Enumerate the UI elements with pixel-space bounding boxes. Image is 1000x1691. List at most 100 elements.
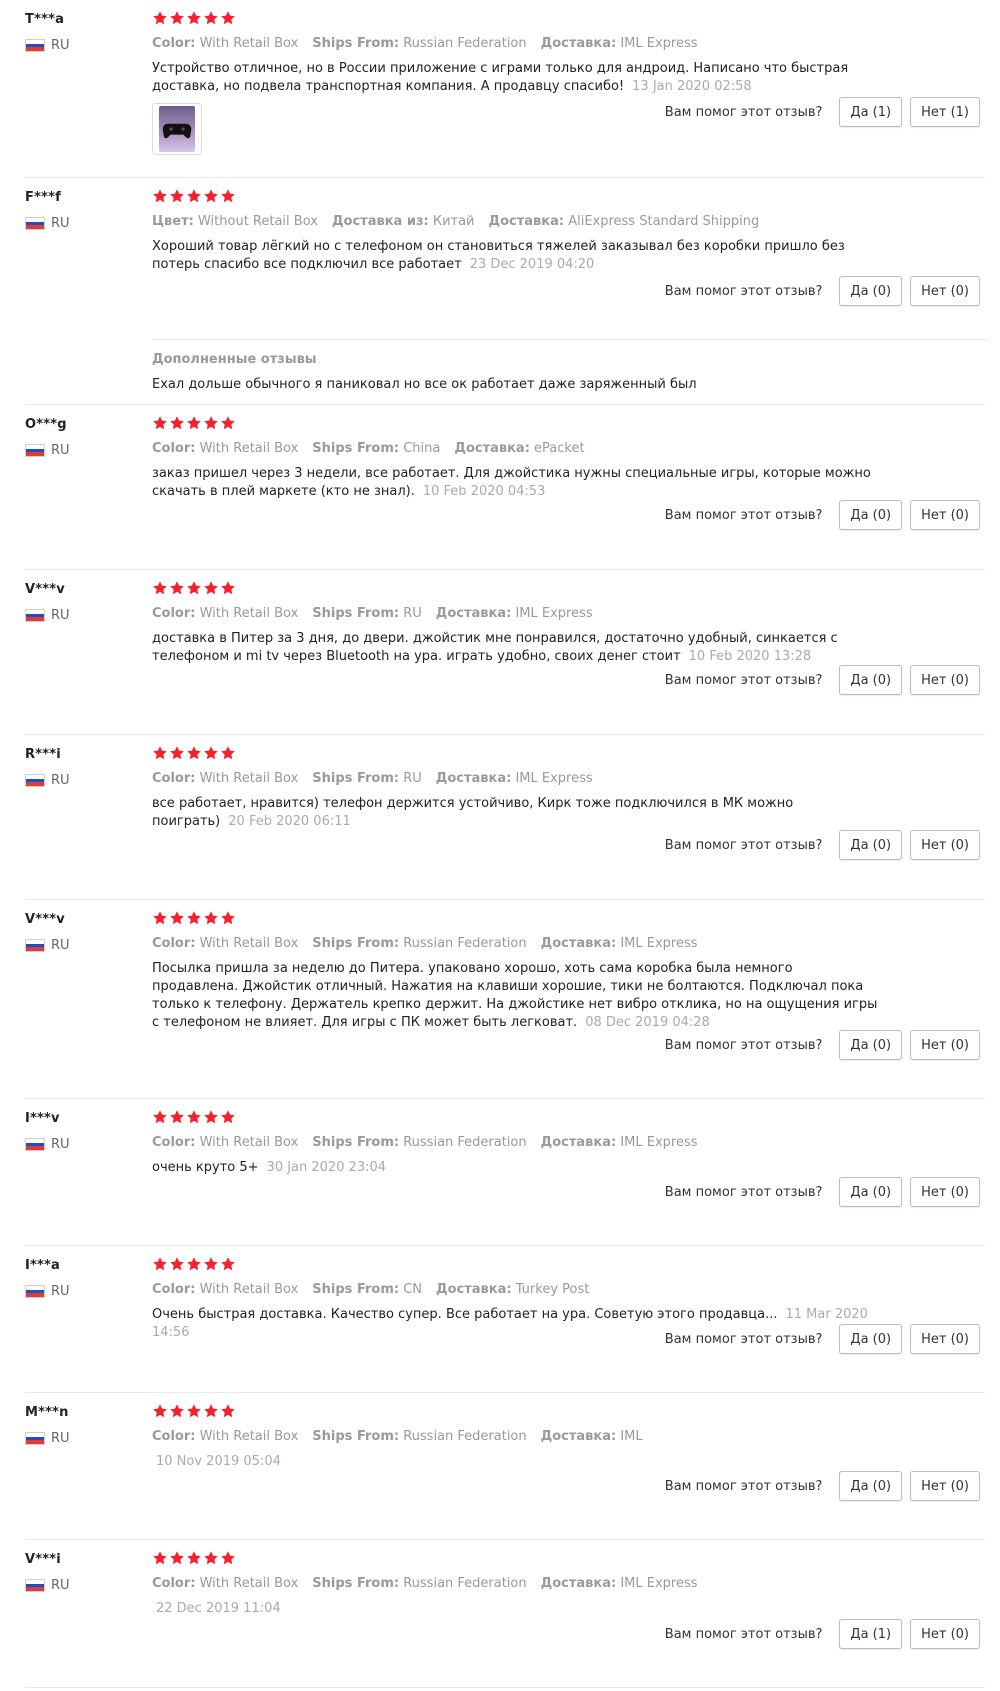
meta-value: CN bbox=[403, 1282, 423, 1297]
russia-flag-icon bbox=[25, 1138, 45, 1151]
meta-label: Доставка: bbox=[540, 1135, 617, 1150]
meta-label: Color: bbox=[152, 936, 196, 951]
star-icon bbox=[152, 580, 169, 596]
meta-value: IML Express bbox=[620, 36, 698, 51]
star-rating bbox=[152, 10, 237, 28]
meta-label: Доставка: bbox=[540, 36, 617, 51]
helpful-yes-button[interactable]: Да (0) bbox=[839, 830, 903, 860]
helpful-row: Вам помог этот отзыв? Да (0) Нет (0) bbox=[665, 665, 980, 695]
star-icon bbox=[220, 1403, 237, 1419]
review-date: 23 Dec 2019 04:20 bbox=[469, 257, 595, 272]
review-meta: Color: With Retail Box Ships From: Russia… bbox=[152, 1576, 712, 1591]
meta-label: Цвет: bbox=[152, 214, 194, 229]
meta-value: With Retail Box bbox=[199, 36, 299, 51]
star-icon bbox=[169, 1550, 186, 1566]
star-icon bbox=[220, 415, 237, 431]
star-icon bbox=[203, 580, 220, 596]
star-rating bbox=[152, 188, 237, 206]
reviewer-name: V***v bbox=[25, 912, 65, 927]
review-text: заказ пришел через 3 недели, все работае… bbox=[152, 465, 882, 501]
review-card: O***g RU Color: With Retail Box Ships From:… bbox=[25, 405, 985, 570]
helpful-row: Вам помог этот отзыв? Да (1) Нет (1) bbox=[665, 97, 980, 127]
reviewer-name: R***i bbox=[25, 747, 61, 762]
helpful-no-button[interactable]: Нет (0) bbox=[910, 1177, 980, 1207]
star-icon bbox=[220, 10, 237, 26]
helpful-yes-button[interactable]: Да (0) bbox=[839, 1471, 903, 1501]
meta-item: Доставка: AliExpress Standard Shipping bbox=[489, 214, 760, 229]
meta-item: Доставка: IML bbox=[541, 1429, 643, 1444]
meta-label: Доставка: bbox=[436, 1282, 512, 1297]
star-icon bbox=[203, 415, 220, 431]
russia-flag-icon bbox=[25, 1579, 45, 1592]
reviewer-country: RU bbox=[25, 1137, 70, 1152]
reviewer-name: T***a bbox=[25, 12, 65, 27]
helpful-yes-button[interactable]: Да (0) bbox=[839, 1324, 903, 1354]
helpful-no-button[interactable]: Нет (0) bbox=[910, 1619, 980, 1649]
meta-item: Color: With Retail Box bbox=[152, 771, 298, 786]
review-text: Хороший товар лёгкий но с телефоном он с… bbox=[152, 238, 882, 274]
helpful-no-button[interactable]: Нет (0) bbox=[910, 1030, 980, 1060]
meta-value: IML Express bbox=[620, 1576, 698, 1591]
meta-item: Color: With Retail Box bbox=[152, 36, 298, 51]
helpful-yes-button[interactable]: Да (0) bbox=[839, 1030, 903, 1060]
star-icon bbox=[152, 188, 169, 204]
helpful-no-button[interactable]: Нет (1) bbox=[910, 97, 980, 127]
meta-label: Ships From: bbox=[312, 1576, 400, 1591]
review-text: 22 Dec 2019 11:04 bbox=[152, 1600, 882, 1618]
country-code: RU bbox=[51, 1137, 70, 1152]
helpful-no-button[interactable]: Нет (0) bbox=[910, 1471, 980, 1501]
meta-label: Доставка: bbox=[540, 936, 617, 951]
star-icon bbox=[169, 1403, 186, 1419]
russia-flag-icon bbox=[25, 774, 45, 787]
helpful-question: Вам помог этот отзыв? bbox=[664, 837, 823, 853]
gamepad-thumbnail bbox=[159, 106, 195, 152]
helpful-yes-button[interactable]: Да (0) bbox=[839, 276, 903, 306]
russia-flag-icon bbox=[25, 939, 45, 952]
meta-value: Russian Federation bbox=[403, 936, 527, 951]
helpful-yes-button[interactable]: Да (0) bbox=[839, 500, 903, 530]
additional-review-title: Дополненные отзывы bbox=[152, 352, 317, 367]
reviewer-name: I***v bbox=[25, 1111, 60, 1126]
review-meta: Color: With Retail Box Ships From: CN Дост… bbox=[152, 1282, 603, 1297]
reviewer-name: V***v bbox=[25, 582, 65, 597]
star-icon bbox=[203, 1256, 220, 1272]
star-rating bbox=[152, 910, 237, 928]
meta-value: IML bbox=[620, 1429, 643, 1444]
star-icon bbox=[169, 745, 186, 761]
review-date: 30 Jan 2020 23:04 bbox=[266, 1160, 387, 1175]
additional-review-text: Ехал дольше обычного я паниковал но все … bbox=[152, 377, 697, 392]
meta-item: Доставка из: Китай bbox=[332, 214, 475, 229]
review-card: V***i RU Color: With Retail Box Ships From:… bbox=[25, 1540, 985, 1688]
meta-item: Color: With Retail Box bbox=[152, 1429, 298, 1444]
helpful-question: Вам помог этот отзыв? bbox=[664, 1037, 823, 1053]
review-date: 10 Feb 2020 13:28 bbox=[688, 649, 812, 664]
review-text: все работает, нравится) телефон держится… bbox=[152, 795, 882, 831]
review-photo[interactable] bbox=[152, 103, 202, 155]
country-code: RU bbox=[51, 938, 70, 953]
helpful-yes-button[interactable]: Да (1) bbox=[839, 1619, 903, 1649]
helpful-no-button[interactable]: Нет (0) bbox=[910, 665, 980, 695]
helpful-no-button[interactable]: Нет (0) bbox=[910, 500, 980, 530]
review-meta: Color: With Retail Box Ships From: China Д… bbox=[152, 441, 599, 456]
review-text: 10 Nov 2019 05:04 bbox=[152, 1453, 882, 1471]
star-icon bbox=[169, 910, 186, 926]
star-icon bbox=[169, 188, 186, 204]
review-text: очень круто 5+ 30 Jan 2020 23:04 bbox=[152, 1159, 882, 1177]
meta-item: Доставка: IML Express bbox=[541, 936, 698, 951]
helpful-yes-button[interactable]: Да (1) bbox=[839, 97, 903, 127]
meta-item: Ships From: Russian Federation bbox=[312, 1576, 526, 1591]
meta-value: With Retail Box bbox=[199, 1576, 299, 1591]
helpful-yes-button[interactable]: Да (0) bbox=[839, 1177, 903, 1207]
review-body: Очень быстрая доставка. Качество супер. … bbox=[152, 1307, 778, 1322]
star-icon bbox=[203, 745, 220, 761]
star-icon bbox=[186, 580, 203, 596]
meta-item: Ships From: RU bbox=[312, 606, 421, 621]
review-text: Устройство отличное, но в России приложе… bbox=[152, 60, 882, 96]
helpful-yes-button[interactable]: Да (0) bbox=[839, 665, 903, 695]
review-text: доставка в Питер за 3 дня, до двери. джо… bbox=[152, 630, 882, 666]
helpful-no-button[interactable]: Нет (0) bbox=[910, 276, 980, 306]
helpful-no-button[interactable]: Нет (0) bbox=[910, 1324, 980, 1354]
helpful-no-button[interactable]: Нет (0) bbox=[910, 830, 980, 860]
helpful-question: Вам помог этот отзыв? bbox=[664, 672, 823, 688]
star-icon bbox=[186, 1403, 203, 1419]
